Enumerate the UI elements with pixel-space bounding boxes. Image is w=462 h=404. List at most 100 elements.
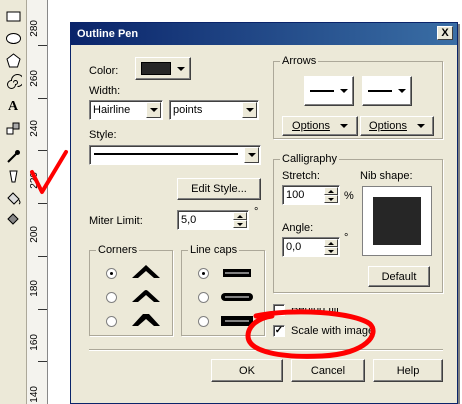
stretch-value: 100 bbox=[286, 189, 305, 201]
calligraphy-title: Calligraphy bbox=[280, 153, 340, 165]
edit-style-button[interactable]: Edit Style... bbox=[177, 178, 261, 200]
close-button[interactable]: X bbox=[437, 26, 453, 40]
end-arrow-preview bbox=[368, 90, 392, 92]
arrow-end-options-button[interactable]: Options bbox=[360, 116, 434, 136]
spin-up-icon[interactable] bbox=[324, 187, 338, 195]
stretch-label: Stretch: bbox=[282, 170, 320, 182]
svg-text:A: A bbox=[8, 99, 19, 113]
close-icon: X bbox=[441, 27, 449, 39]
angle-value: 0,0 bbox=[286, 241, 302, 253]
chevron-down-icon bbox=[339, 124, 348, 128]
text-tool-icon[interactable]: A bbox=[3, 94, 23, 114]
dialog-title: Outline Pen bbox=[77, 28, 139, 40]
calligraphy-group: Calligraphy Stretch: 100 % Angle: 0,0 ° … bbox=[273, 153, 443, 293]
chevron-down-icon bbox=[242, 102, 257, 118]
arrow-start-options-button[interactable]: Options bbox=[282, 116, 358, 136]
interactive-fill-tool-icon[interactable] bbox=[3, 208, 23, 228]
width-units-select[interactable]: points bbox=[169, 100, 259, 120]
miter-corner-icon bbox=[132, 265, 160, 278]
ruler-label: 240 bbox=[29, 120, 40, 137]
line-style-preview bbox=[94, 153, 238, 155]
width-units-value: points bbox=[173, 104, 203, 116]
angle-input[interactable]: 0,0 bbox=[282, 237, 340, 257]
ruler-label: 140 bbox=[29, 386, 40, 403]
round-corner-icon bbox=[132, 290, 160, 302]
polygon-tool-icon[interactable] bbox=[3, 50, 23, 70]
line-caps-title: Line caps bbox=[188, 244, 240, 256]
stretch-unit: % bbox=[344, 190, 354, 202]
help-button[interactable]: Help bbox=[373, 359, 443, 382]
miter-limit-value: 5,0 bbox=[181, 214, 197, 226]
corner-miter-radio[interactable] bbox=[106, 268, 117, 279]
nib-square bbox=[373, 197, 421, 245]
arrows-title: Arrows bbox=[280, 55, 319, 67]
chevron-down-icon bbox=[177, 66, 185, 71]
corners-title: Corners bbox=[96, 244, 140, 256]
miter-limit-label: Miter Limit: bbox=[89, 215, 143, 227]
rectangle-tool-icon[interactable] bbox=[3, 6, 23, 26]
width-value: Hairline bbox=[93, 104, 131, 116]
options-label: Options bbox=[292, 120, 330, 132]
color-picker-button[interactable] bbox=[135, 57, 191, 80]
eyedropper-tool-icon[interactable] bbox=[3, 146, 23, 166]
chevron-down-icon bbox=[398, 89, 406, 93]
width-select[interactable]: Hairline bbox=[89, 100, 163, 120]
toolbox: A bbox=[0, 0, 27, 404]
chevron-down-icon bbox=[340, 89, 348, 93]
fill-tool-icon[interactable] bbox=[3, 188, 23, 208]
ellipse-tool-icon[interactable] bbox=[3, 28, 23, 48]
ruler-label: 180 bbox=[29, 280, 40, 297]
default-label: Default bbox=[381, 270, 417, 283]
ruler-label: 160 bbox=[29, 334, 40, 351]
nib-shape-label: Nib shape: bbox=[360, 170, 413, 182]
ruler-label: 280 bbox=[29, 20, 40, 37]
ruler-label: 260 bbox=[29, 70, 40, 87]
spin-up-icon[interactable] bbox=[324, 239, 338, 247]
chevron-down-icon bbox=[416, 124, 425, 128]
corner-round-radio[interactable] bbox=[106, 292, 117, 303]
angle-label: Angle: bbox=[282, 222, 314, 234]
cap-round-radio[interactable] bbox=[198, 292, 209, 303]
spin-down-icon[interactable] bbox=[324, 247, 338, 255]
chevron-down-icon bbox=[244, 147, 259, 163]
miter-limit-input[interactable]: 5,0 bbox=[177, 210, 249, 230]
corner-bevel-radio[interactable] bbox=[106, 316, 117, 327]
end-arrow-select[interactable] bbox=[362, 76, 412, 106]
angle-unit: ° bbox=[344, 232, 349, 244]
outline-tool-icon[interactable] bbox=[3, 166, 23, 186]
options-label: Options bbox=[369, 120, 407, 132]
cancel-button[interactable]: Cancel bbox=[291, 359, 365, 382]
chevron-down-icon bbox=[146, 102, 161, 118]
arrows-group: Arrows Options Options bbox=[273, 55, 443, 139]
butt-cap-icon bbox=[223, 269, 251, 277]
cap-butt-radio[interactable] bbox=[198, 268, 209, 279]
red-oval-annotation bbox=[245, 309, 376, 359]
cap-square-radio[interactable] bbox=[198, 316, 209, 327]
degree-unit: ° bbox=[254, 206, 259, 218]
help-label: Help bbox=[396, 364, 420, 377]
style-label: Style: bbox=[89, 129, 117, 141]
stretch-input[interactable]: 100 bbox=[282, 185, 340, 205]
start-arrow-select[interactable] bbox=[304, 76, 354, 106]
dialog-titlebar[interactable]: Outline Pen bbox=[71, 23, 457, 45]
spiral-tool-icon[interactable] bbox=[3, 72, 23, 92]
color-label: Color: bbox=[89, 65, 119, 77]
bevel-corner-icon bbox=[132, 314, 160, 326]
cancel-label: Cancel bbox=[310, 364, 346, 377]
red-checkmark-annotation bbox=[30, 150, 68, 194]
vertical-ruler: 280 260 240 220 200 180 160 140 bbox=[27, 0, 48, 404]
spin-down-icon[interactable] bbox=[233, 220, 247, 228]
spin-up-icon[interactable] bbox=[233, 212, 247, 220]
nib-shape-preview[interactable] bbox=[362, 186, 432, 256]
edit-style-label: Edit Style... bbox=[191, 183, 247, 195]
line-style-select[interactable] bbox=[89, 145, 261, 165]
spin-down-icon[interactable] bbox=[324, 195, 338, 203]
ok-label: OK bbox=[239, 364, 255, 377]
width-label: Width: bbox=[89, 85, 121, 97]
color-swatch bbox=[141, 62, 171, 75]
ok-button[interactable]: OK bbox=[211, 359, 283, 382]
interactive-tool-icon[interactable] bbox=[3, 118, 23, 138]
corners-group: Corners bbox=[89, 244, 173, 336]
start-arrow-preview bbox=[310, 90, 334, 92]
default-button[interactable]: Default bbox=[368, 266, 430, 287]
